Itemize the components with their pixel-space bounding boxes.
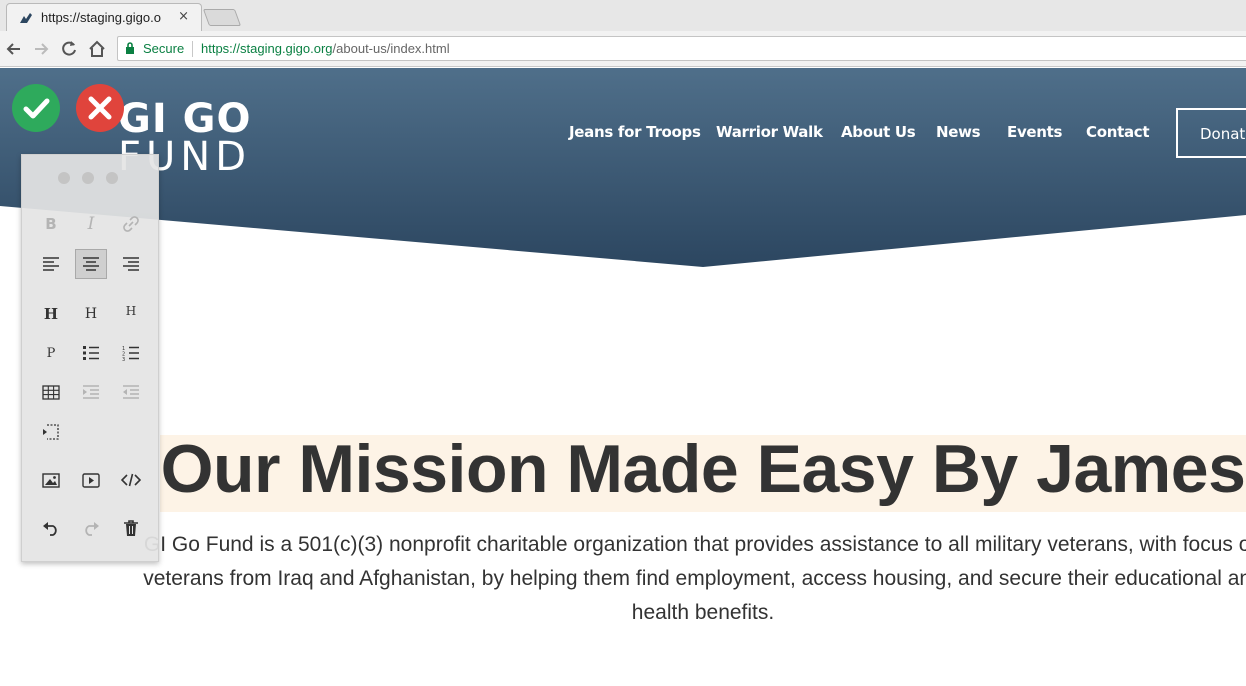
italic-button[interactable]: I <box>75 209 107 239</box>
back-arrow-icon[interactable] <box>4 39 24 59</box>
new-tab-button[interactable] <box>202 9 242 26</box>
heading-3-icon: H <box>125 304 137 318</box>
heading-1-button[interactable]: H <box>35 299 67 329</box>
site-favicon-icon <box>20 13 32 23</box>
bold-button[interactable]: B <box>35 209 67 239</box>
line-break-button[interactable] <box>35 417 67 447</box>
close-icon <box>88 96 112 120</box>
trash-icon <box>124 520 138 536</box>
bullet-list-icon <box>83 346 99 360</box>
heading-2-icon: H <box>84 306 98 322</box>
heading-2-button[interactable]: H <box>75 299 107 329</box>
image-icon <box>42 472 60 488</box>
image-button[interactable] <box>35 465 67 495</box>
omnibox-separator <box>192 41 193 57</box>
bullet-list-button[interactable] <box>75 338 107 368</box>
code-icon <box>121 473 141 487</box>
numbered-list-icon: 1 2 3 <box>122 346 139 361</box>
align-center-icon <box>83 257 99 271</box>
align-right-button[interactable] <box>115 249 147 279</box>
mission-paragraph[interactable]: GI Go Fund is a 501(c)(3) nonprofit char… <box>140 528 1246 630</box>
mission-heading[interactable]: Our Mission Made Easy By James <box>0 430 1246 508</box>
forward-arrow-icon[interactable] <box>31 39 51 59</box>
browser-tab-strip: https://staging.gigo.o × <box>0 0 1246 31</box>
checkmark-icon <box>23 98 50 119</box>
paragraph-button[interactable]: P <box>35 338 67 368</box>
paragraph-icon: P <box>46 345 56 361</box>
bold-icon: B <box>45 215 57 233</box>
numbered-list-button[interactable]: 1 2 3 <box>115 338 147 368</box>
tab-title: https://staging.gigo.o <box>41 10 161 25</box>
cancel-button[interactable] <box>76 84 124 132</box>
redo-icon <box>85 522 99 536</box>
redo-button[interactable] <box>75 513 107 543</box>
reload-icon[interactable] <box>59 39 79 59</box>
outdent-button[interactable] <box>115 377 147 407</box>
url-host: https://staging.gigo.org <box>201 41 333 56</box>
svg-text:3: 3 <box>122 357 125 361</box>
page-content: GI GO FUND Jeans for Troops Warrior Walk… <box>0 68 1246 686</box>
editor-toolbar: B I H H H P 1 2 3 <box>21 154 159 562</box>
table-button[interactable] <box>35 377 67 407</box>
save-button[interactable] <box>12 84 60 132</box>
nav-about-us[interactable]: About Us <box>841 123 916 141</box>
align-right-icon <box>123 257 139 271</box>
undo-button[interactable] <box>35 513 67 543</box>
heading-3-button[interactable]: H <box>115 296 147 326</box>
indent-icon <box>83 385 99 399</box>
secure-label: Secure <box>143 41 185 56</box>
html-button[interactable] <box>115 465 147 495</box>
link-icon <box>123 216 139 232</box>
lock-icon <box>126 42 134 54</box>
table-icon <box>42 384 60 400</box>
nav-contact[interactable]: Contact <box>1086 123 1150 141</box>
heading-1-icon: H <box>43 305 59 323</box>
browser-toolbar: Secure https://staging.gigo.org/about-us… <box>0 31 1246 67</box>
line-break-icon <box>43 424 59 440</box>
toolbar-drag-handle[interactable] <box>58 172 124 184</box>
video-button[interactable] <box>75 465 107 495</box>
nav-events[interactable]: Events <box>1007 123 1062 141</box>
logo-line-1: GI GO <box>118 96 252 142</box>
home-icon[interactable] <box>87 39 107 59</box>
align-center-button[interactable] <box>75 249 107 279</box>
align-left-button[interactable] <box>35 249 67 279</box>
indent-button[interactable] <box>75 377 107 407</box>
italic-icon: I <box>87 214 95 234</box>
link-button[interactable] <box>115 209 147 239</box>
nav-warrior-walk[interactable]: Warrior Walk <box>716 123 823 141</box>
address-bar[interactable]: Secure https://staging.gigo.org/about-us… <box>117 36 1246 61</box>
tab-close-icon[interactable]: × <box>178 9 189 24</box>
url-path: /about-us/index.html <box>332 41 450 56</box>
nav-news[interactable]: News <box>936 123 981 141</box>
align-left-icon <box>43 257 59 271</box>
donate-button[interactable]: Donate <box>1176 108 1246 158</box>
outdent-icon <box>123 385 139 399</box>
video-icon <box>82 472 100 488</box>
url-text[interactable]: https://staging.gigo.org/about-us/index.… <box>201 41 450 56</box>
undo-icon <box>43 522 57 536</box>
remove-button[interactable] <box>115 513 147 543</box>
nav-jeans-for-troops[interactable]: Jeans for Troops <box>569 123 701 141</box>
browser-tab[interactable]: https://staging.gigo.o × <box>6 3 202 31</box>
